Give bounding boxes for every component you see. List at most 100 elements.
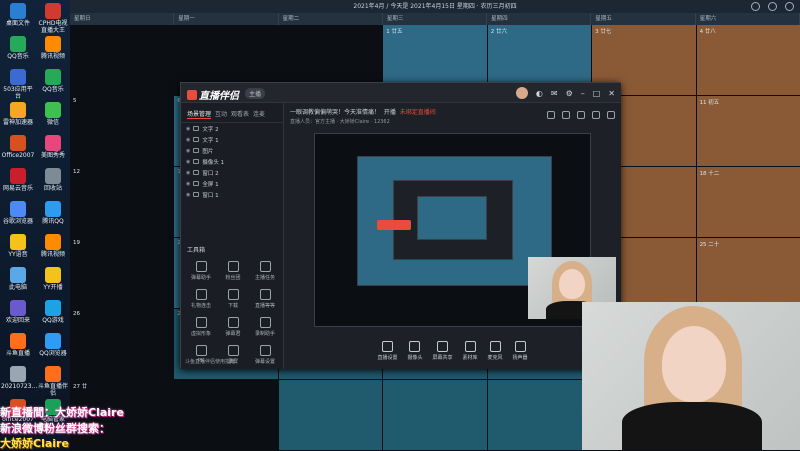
sidebar-footer-link[interactable]: 斗鱼直播伴侣使用指南 <box>185 358 235 365</box>
desktop-icon[interactable]: QQ浏览器 <box>36 333 70 357</box>
toolbox-item[interactable]: 粉丝团 <box>217 261 249 281</box>
backpack-icon[interactable] <box>577 111 585 119</box>
desktop-icon[interactable]: 腾讯视频 <box>36 234 70 258</box>
calendar-theme-icon[interactable] <box>768 2 777 11</box>
minimize-icon[interactable]: – <box>581 89 585 98</box>
desktop-icon[interactable]: Office2007 <box>1 135 35 159</box>
toolbox-item[interactable]: 直播等等 <box>249 289 281 309</box>
scene-item[interactable]: ◉ 文字 1 <box>181 134 283 145</box>
calendar-day-cell[interactable]: 4 廿八 <box>696 25 800 95</box>
desktop-icon[interactable]: 腾讯QQ <box>36 201 70 225</box>
skin-icon[interactable]: ◐ <box>536 89 543 98</box>
store-icon[interactable] <box>547 111 555 119</box>
scene-item[interactable]: ◉ 窗口 2 <box>181 167 283 178</box>
user-avatar[interactable] <box>515 87 528 99</box>
sidebar-tab[interactable]: 连麦 <box>253 109 265 119</box>
control-button[interactable]: 麦克风 <box>488 337 503 369</box>
share-icon[interactable] <box>607 111 615 119</box>
desktop-icon[interactable]: CPHD电视直播大王 <box>36 3 70 34</box>
gift-icon[interactable] <box>562 111 570 119</box>
bell-icon[interactable] <box>592 111 600 119</box>
visibility-eye-icon[interactable]: ◉ <box>186 159 190 165</box>
desktop-icon[interactable]: 此电脑 <box>1 267 35 291</box>
control-button[interactable]: 素材库 <box>463 337 478 369</box>
desktop-icon[interactable]: 美图秀秀 <box>36 135 70 159</box>
desktop-icon[interactable]: 回收站 <box>36 168 70 192</box>
desktop-icon[interactable]: 腾讯视频 <box>36 36 70 60</box>
scene-item[interactable]: ◉ 图片 <box>181 145 283 156</box>
calendar-settings-icon[interactable] <box>751 2 760 11</box>
desktop-icon[interactable]: QQ游戏 <box>36 300 70 324</box>
desktop-icon[interactable]: 503应用平台 <box>1 69 35 100</box>
sidebar-tab[interactable]: 场景管理 <box>187 109 212 119</box>
calendar-day-cell[interactable] <box>383 380 487 450</box>
app-role-badge[interactable]: 主播 <box>245 88 266 99</box>
scene-item[interactable]: ◉ 窗口 1 <box>181 189 283 200</box>
desktop-icon[interactable]: 雷神加速器 <box>1 102 35 126</box>
visibility-eye-icon[interactable]: ◉ <box>186 126 190 132</box>
calendar-day-cell[interactable]: 5 <box>70 96 174 166</box>
desktop-icon[interactable]: 微信 <box>36 102 70 126</box>
control-button[interactable]: 摄像头 <box>407 337 422 369</box>
toolbox-item[interactable]: 录制助手 <box>249 317 281 337</box>
calendar-day-cell[interactable]: 26 <box>70 309 174 379</box>
control-button[interactable]: 扬声器 <box>513 337 528 369</box>
desktop-icon[interactable]: 谷歌浏览器 <box>1 201 35 225</box>
scene-item[interactable]: ◉ 全屏 1 <box>181 178 283 189</box>
calendar-day-cell[interactable]: 18 十二 <box>696 167 800 237</box>
calendar-day-cell[interactable]: 12 <box>70 167 174 237</box>
desktop-icon[interactable]: 斗鱼直播 <box>1 333 35 357</box>
desktop-icon[interactable]: QQ音乐 <box>1 36 35 60</box>
visibility-eye-icon[interactable]: ◉ <box>186 148 190 154</box>
weekday-label: 星期日 <box>70 13 175 25</box>
calendar-day-cell[interactable] <box>70 25 174 95</box>
scene-label: 图片 <box>202 148 214 155</box>
toolbox-item[interactable]: 弹幕设置 <box>249 345 281 365</box>
scene-item[interactable]: ◉ 文字 2 <box>181 123 283 134</box>
desktop-icon[interactable]: 网易云音乐 <box>1 168 35 192</box>
toolbox-item-label: 弹幕助手 <box>190 275 211 281</box>
desktop-icon[interactable]: 欢迎回来 <box>1 300 35 324</box>
calendar-day-cell[interactable] <box>174 380 278 450</box>
toolbox-item[interactable]: 弹幕君 <box>217 317 249 337</box>
message-icon[interactable]: ✉ <box>551 89 558 98</box>
calendar-close-icon[interactable] <box>785 2 794 11</box>
toolbox-item-icon <box>195 345 207 356</box>
calendar-top-bar: 2021年4月 / 今天是 2021年4月15日 星期四 · 农历三月初四 <box>70 0 800 13</box>
maximize-icon[interactable]: □ <box>593 89 601 98</box>
control-button[interactable]: 直播设置 <box>377 337 397 369</box>
visibility-eye-icon[interactable]: ◉ <box>186 181 190 187</box>
desktop-icon[interactable]: 桌面文件 <box>1 3 35 27</box>
desktop-app-icon <box>45 300 61 316</box>
control-button[interactable]: 屏幕共享 <box>432 337 453 369</box>
toolbox-item[interactable]: 主播任务 <box>249 261 281 281</box>
app-title-bar[interactable]: 直播伴侣 主播 ◐ ✉ ⚙ – □ ✕ <box>181 83 621 103</box>
desktop-icon[interactable]: YY开播 <box>36 267 70 291</box>
desktop-icon[interactable]: QQ音乐 <box>36 69 70 93</box>
calendar-day-cell[interactable] <box>487 380 592 450</box>
calendar-day-cell[interactable] <box>278 380 383 450</box>
sidebar-tab[interactable]: 观看表 <box>231 109 249 119</box>
visibility-eye-icon[interactable]: ◉ <box>186 170 190 176</box>
stream-title[interactable]: 一眼调教偏偏萌哭！今天准情痛！ <box>290 109 380 116</box>
calendar-day-cell[interactable]: 19 <box>70 238 174 308</box>
desktop-icon[interactable]: YY语音 <box>1 234 35 258</box>
toolbox-item[interactable]: 弹幕助手 <box>185 261 217 281</box>
toolbox-item-icon <box>195 317 207 328</box>
desktop-icon[interactable]: 斗鱼直播伴侣 <box>36 366 70 397</box>
toolbox-item[interactable]: 虚拟形象 <box>185 317 217 337</box>
sidebar-tab[interactable]: 互动 <box>215 109 227 119</box>
settings-icon[interactable]: ⚙ <box>566 89 573 98</box>
scene-item[interactable]: ◉ 摄像头 1 <box>181 156 283 167</box>
stream-alert[interactable]: 未绑定直播间 <box>400 109 436 116</box>
close-icon[interactable]: ✕ <box>608 89 615 98</box>
streaming-app-window[interactable]: 直播伴侣 主播 ◐ ✉ ⚙ – □ ✕ 场景管理 互动 观看表 连麦 ◉ 文字 2 ◉ 文字… <box>180 82 621 369</box>
visibility-eye-icon[interactable]: ◉ <box>186 137 190 143</box>
toolbox-item[interactable]: 下载 <box>217 289 249 309</box>
toolbox-item[interactable]: 礼物连击 <box>185 289 217 309</box>
visibility-eye-icon[interactable]: ◉ <box>186 192 190 198</box>
calendar-day-cell[interactable]: 25 二十 <box>696 238 800 308</box>
stream-tag[interactable]: 开播 <box>384 109 396 116</box>
desktop-icon[interactable]: 20210723... <box>1 366 37 390</box>
calendar-day-cell[interactable]: 11 初五 <box>696 96 800 166</box>
